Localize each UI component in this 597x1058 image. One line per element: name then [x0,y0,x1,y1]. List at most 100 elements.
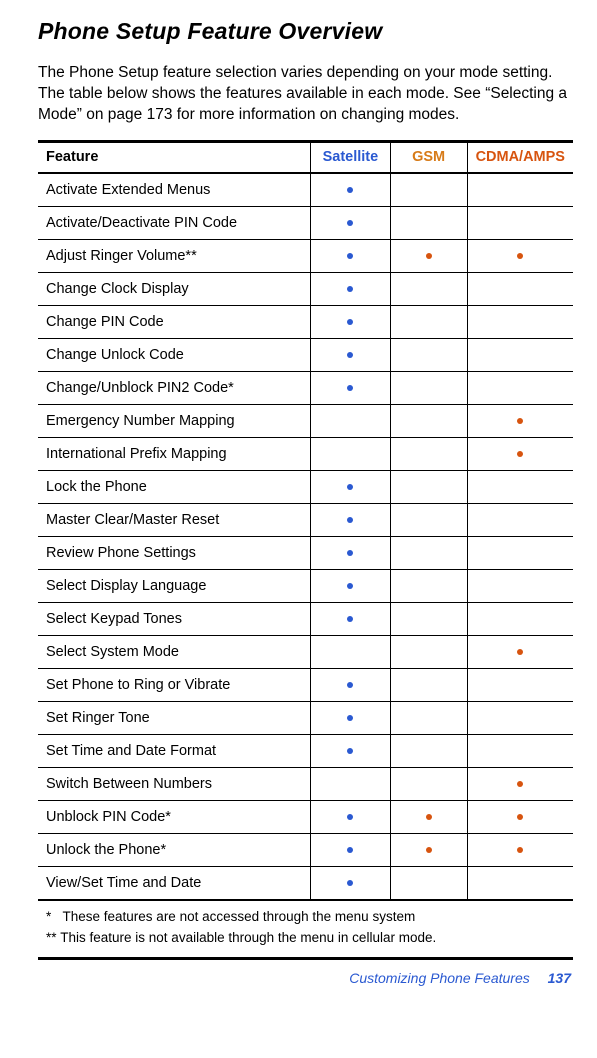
satellite-cell [311,305,390,338]
gsm-cell [390,734,467,767]
cdma-cell [467,833,573,866]
satellite-cell [311,536,390,569]
gsm-cell [390,635,467,668]
table-row: Change Clock Display [38,272,573,305]
table-row: Switch Between Numbers [38,767,573,800]
cdma-cell [467,206,573,239]
gsm-cell [390,338,467,371]
gsm-cell [390,800,467,833]
gsm-cell [390,371,467,404]
intro-paragraph: The Phone Setup feature selection varies… [38,63,573,126]
gsm-cell [390,470,467,503]
gsm-cell [390,833,467,866]
cdma-cell [467,239,573,272]
feature-cell: Switch Between Numbers [38,767,311,800]
satellite-cell [311,635,390,668]
satellite-cell [311,437,390,470]
table-row: Review Phone Settings [38,536,573,569]
cdma-cell [467,635,573,668]
gsm-cell [390,272,467,305]
feature-cell: Change Clock Display [38,272,311,305]
table-row: Change Unlock Code [38,338,573,371]
table-row: View/Set Time and Date [38,866,573,900]
gsm-cell [390,173,467,207]
satellite-cell [311,239,390,272]
dot-icon [347,880,353,886]
dot-icon [426,814,432,820]
dot-icon [347,847,353,853]
gsm-cell [390,305,467,338]
gsm-cell [390,602,467,635]
satellite-cell [311,503,390,536]
header-feature: Feature [38,141,311,173]
satellite-cell [311,371,390,404]
feature-cell: Set Ringer Tone [38,701,311,734]
table-row: Set Phone to Ring or Vibrate [38,668,573,701]
feature-cell: Activate Extended Menus [38,173,311,207]
table-row: Adjust Ringer Volume** [38,239,573,272]
satellite-cell [311,569,390,602]
cdma-cell [467,437,573,470]
table-row: Activate/Deactivate PIN Code [38,206,573,239]
table-row: Change/Unblock PIN2 Code* [38,371,573,404]
dot-icon [517,418,523,424]
feature-cell: Master Clear/Master Reset [38,503,311,536]
gsm-cell [390,239,467,272]
satellite-cell [311,470,390,503]
satellite-cell [311,866,390,900]
page-content: Phone Setup Feature Overview The Phone S… [0,0,597,998]
gsm-cell [390,404,467,437]
cdma-cell [467,602,573,635]
table-row: Select Keypad Tones [38,602,573,635]
table-header-row: Feature Satellite GSM CDMA/AMPS [38,141,573,173]
dot-icon [517,814,523,820]
dot-icon [347,286,353,292]
satellite-cell [311,734,390,767]
satellite-cell [311,833,390,866]
cdma-cell [467,305,573,338]
cdma-cell [467,569,573,602]
dot-icon [517,451,523,457]
cdma-cell [467,173,573,207]
feature-cell: Select Keypad Tones [38,602,311,635]
satellite-cell [311,272,390,305]
dot-icon [347,748,353,754]
footnote-1: * These features are not accessed throug… [46,907,565,928]
cdma-cell [467,404,573,437]
table-row: Change PIN Code [38,305,573,338]
dot-icon [347,484,353,490]
gsm-cell [390,569,467,602]
cdma-cell [467,338,573,371]
table-row: Unblock PIN Code* [38,800,573,833]
dot-icon [517,847,523,853]
feature-cell: Unlock the Phone* [38,833,311,866]
cdma-cell [467,800,573,833]
cdma-cell [467,371,573,404]
feature-cell: International Prefix Mapping [38,437,311,470]
table-row: Unlock the Phone* [38,833,573,866]
satellite-cell [311,338,390,371]
cdma-cell [467,701,573,734]
feature-cell: Adjust Ringer Volume** [38,239,311,272]
dot-icon [517,781,523,787]
satellite-cell [311,602,390,635]
feature-cell: Change/Unblock PIN2 Code* [38,371,311,404]
gsm-cell [390,437,467,470]
table-row: Activate Extended Menus [38,173,573,207]
dot-icon [347,187,353,193]
feature-cell: Set Time and Date Format [38,734,311,767]
table-row: Lock the Phone [38,470,573,503]
cdma-cell [467,767,573,800]
dot-icon [347,550,353,556]
satellite-cell [311,701,390,734]
gsm-cell [390,206,467,239]
cdma-cell [467,536,573,569]
feature-cell: Review Phone Settings [38,536,311,569]
table-footnotes: * These features are not accessed throug… [38,900,573,958]
satellite-cell [311,173,390,207]
feature-cell: Activate/Deactivate PIN Code [38,206,311,239]
table-row: Emergency Number Mapping [38,404,573,437]
feature-table: Feature Satellite GSM CDMA/AMPS Activate… [38,140,573,960]
dot-icon [517,649,523,655]
cdma-cell [467,272,573,305]
